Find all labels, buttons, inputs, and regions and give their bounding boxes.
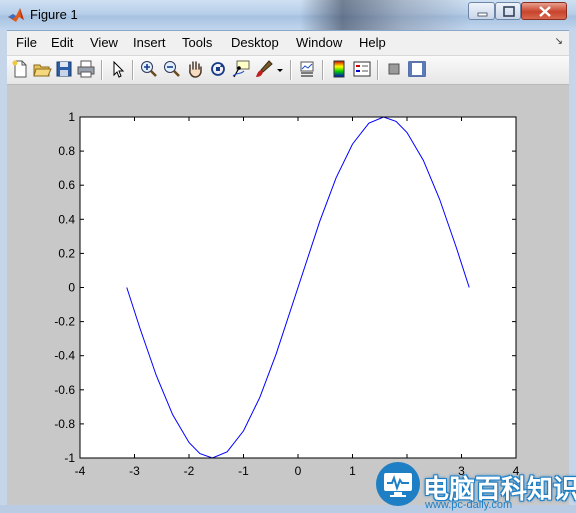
figure-window: Figure 1 File Edit View Insert Tools Des… xyxy=(0,0,576,513)
link-plot-icon[interactable] xyxy=(297,59,317,79)
x-tick-label: -2 xyxy=(184,464,195,478)
title-bar[interactable]: Figure 1 xyxy=(0,0,576,31)
watermark-url: www.pc-daily.com xyxy=(425,499,513,511)
figure-canvas: -4-3-2-10123410.80.60.40.20-0.2-0.4-0.6-… xyxy=(7,85,569,505)
menu-edit[interactable]: Edit xyxy=(51,35,73,50)
x-tick-label: 1 xyxy=(349,464,356,478)
y-tick-label: -0.8 xyxy=(54,417,75,431)
y-tick-label: 0.8 xyxy=(58,144,75,158)
watermark-monitor-icon xyxy=(376,462,420,506)
brush-icon[interactable] xyxy=(254,59,274,79)
y-tick-label: -0.6 xyxy=(54,383,75,397)
matlab-logo-icon xyxy=(8,8,24,22)
toolbar-separator xyxy=(377,60,379,80)
x-tick-label: -1 xyxy=(238,464,249,478)
legend-icon[interactable] xyxy=(352,59,372,79)
y-tick-label: -1 xyxy=(64,451,75,465)
new-figure-icon[interactable] xyxy=(10,59,30,79)
print-icon[interactable] xyxy=(76,59,96,79)
dock-arrow-icon[interactable]: ↘ xyxy=(555,36,563,47)
y-tick-label: 0.2 xyxy=(58,246,75,260)
rotate-3d-icon[interactable] xyxy=(208,59,228,79)
hide-plot-tools-icon[interactable] xyxy=(384,59,404,79)
maximize-button[interactable] xyxy=(495,2,521,20)
data-cursor-icon[interactable] xyxy=(231,59,251,79)
minimize-icon xyxy=(477,12,488,17)
minimize-button[interactable] xyxy=(468,2,495,20)
window-title: Figure 1 xyxy=(30,7,78,22)
y-tick-label: 0.4 xyxy=(58,212,75,226)
brush-dropdown-icon[interactable] xyxy=(275,59,285,79)
menu-window[interactable]: Window xyxy=(296,35,342,50)
x-tick-label: -4 xyxy=(75,464,86,478)
y-tick-label: 0.6 xyxy=(58,178,75,192)
pan-hand-icon[interactable] xyxy=(185,59,205,79)
menu-help[interactable]: Help xyxy=(359,35,386,50)
y-tick-label: -0.2 xyxy=(54,315,75,329)
figure-toolbar xyxy=(7,56,569,85)
close-button[interactable] xyxy=(521,2,567,20)
y-tick-label: 0 xyxy=(68,281,75,295)
toolbar-separator xyxy=(101,60,103,80)
window-frame-right xyxy=(569,30,576,513)
x-tick-label: 0 xyxy=(295,464,302,478)
open-file-icon[interactable] xyxy=(32,59,52,79)
show-plot-tools-icon[interactable] xyxy=(407,59,427,79)
watermark: 电脑百科知识 www.pc-daily.com xyxy=(375,455,576,513)
maximize-icon xyxy=(503,6,515,17)
toolbar-separator xyxy=(322,60,324,80)
y-tick-label: -0.4 xyxy=(54,349,75,363)
x-tick-label: -3 xyxy=(129,464,140,478)
zoom-in-icon[interactable] xyxy=(139,59,159,79)
plot-svg: -4-3-2-10123410.80.60.40.20-0.2-0.4-0.6-… xyxy=(54,110,519,478)
y-tick-label: 1 xyxy=(68,110,75,124)
menu-bar: File Edit View Insert Tools Desktop Wind… xyxy=(7,31,569,56)
menu-desktop[interactable]: Desktop xyxy=(231,35,279,50)
menu-tools[interactable]: Tools xyxy=(182,35,212,50)
edit-plot-arrow-icon[interactable] xyxy=(108,59,128,79)
menu-file[interactable]: File xyxy=(16,35,37,50)
toolbar-separator xyxy=(132,60,134,80)
menu-view[interactable]: View xyxy=(90,35,118,50)
save-icon[interactable] xyxy=(54,59,74,79)
window-frame-left xyxy=(0,30,7,513)
zoom-out-icon[interactable] xyxy=(162,59,182,79)
menu-insert[interactable]: Insert xyxy=(133,35,166,50)
colorbar-icon[interactable] xyxy=(329,59,349,79)
title-bar-background xyxy=(300,0,470,30)
toolbar-separator xyxy=(290,60,292,80)
close-icon xyxy=(539,6,551,17)
